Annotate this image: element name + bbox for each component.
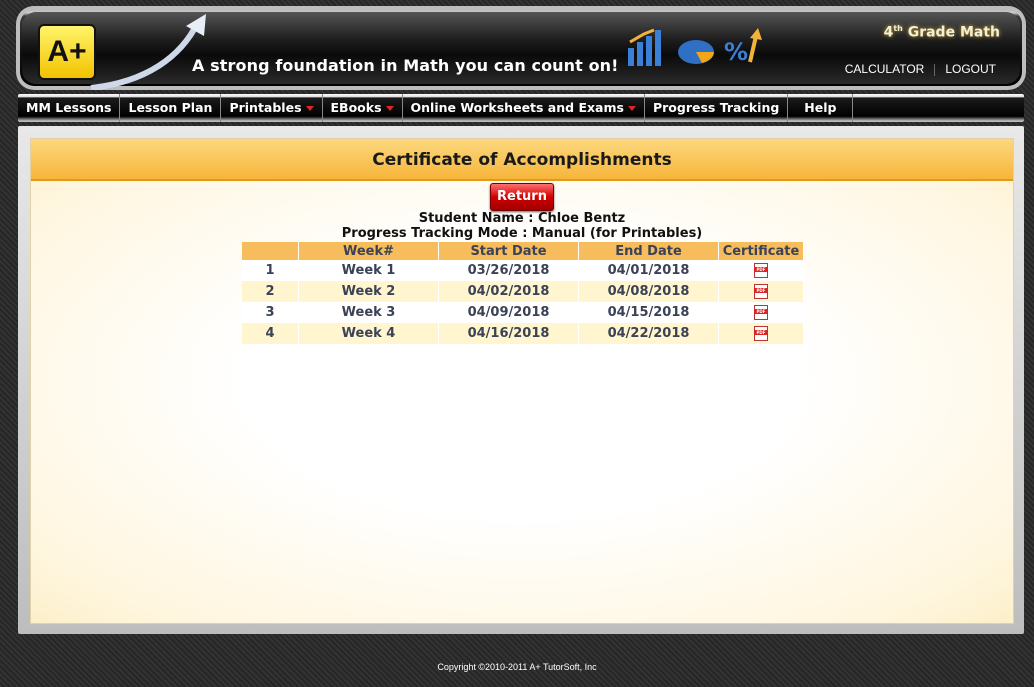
calculator-link[interactable]: CALCULATOR — [845, 62, 925, 76]
row-num: 3 — [242, 302, 299, 323]
row-week: Week 4 — [298, 323, 439, 344]
main-nav: MM Lessons Lesson Plan Printables EBooks… — [18, 94, 1024, 122]
row-week: Week 1 — [298, 260, 439, 281]
caret-down-icon — [385, 106, 394, 111]
svg-text:%: % — [724, 38, 748, 66]
student-name: Student Name : Chloe Bentz — [418, 211, 626, 226]
tracking-mode: Progress Tracking Mode : Manual (for Pri… — [341, 226, 703, 241]
col-header-certificate: Certificate — [718, 242, 804, 260]
row-end-date: 04/15/2018 — [578, 302, 719, 323]
pdf-icon[interactable] — [754, 326, 768, 341]
table-header-row: Week# Start Date End Date Certificate — [242, 242, 804, 260]
col-header-end: End Date — [578, 242, 719, 260]
pdf-icon[interactable] — [754, 263, 768, 278]
table-row: 1 Week 1 03/26/2018 04/01/2018 — [242, 260, 804, 281]
math-icons: % — [628, 28, 762, 66]
nav-online-worksheets[interactable]: Online Worksheets and Exams — [403, 94, 645, 122]
col-header-week: Week# — [298, 242, 439, 260]
app-header: A+ A strong foundation in Math you can c… — [16, 6, 1026, 90]
row-end-date: 04/08/2018 — [578, 281, 719, 302]
page-title: Certificate of Accomplishments — [31, 139, 1013, 181]
weeks-table: Week# Start Date End Date Certificate 1 … — [242, 242, 804, 344]
row-num: 4 — [242, 323, 299, 344]
row-start-date: 04/16/2018 — [438, 323, 579, 344]
nav-ebooks[interactable]: EBooks — [323, 94, 403, 122]
logout-link[interactable]: LOGOUT — [945, 62, 996, 76]
content-frame: Certificate of Accomplishments Return St… — [18, 126, 1024, 634]
nav-lesson-plan[interactable]: Lesson Plan — [120, 94, 222, 122]
row-week: Week 2 — [298, 281, 439, 302]
divider — [934, 63, 936, 76]
row-num: 1 — [242, 260, 299, 281]
caret-down-icon — [305, 106, 314, 111]
row-certificate — [718, 302, 804, 323]
row-week: Week 3 — [298, 302, 439, 323]
row-start-date: 04/02/2018 — [438, 281, 579, 302]
header-links: CALCULATOR LOGOUT — [845, 62, 996, 76]
row-certificate — [718, 260, 804, 281]
grade-label: 4th Grade Math — [883, 24, 1000, 41]
nav-help[interactable]: Help — [788, 94, 854, 122]
row-certificate — [718, 323, 804, 344]
row-certificate — [718, 281, 804, 302]
certificate-panel: Certificate of Accomplishments Return St… — [30, 138, 1014, 624]
footer-copyright: Copyright ©2010-2011 A+ TutorSoft, Inc — [437, 662, 597, 672]
col-header-num — [242, 242, 299, 260]
row-num: 2 — [242, 281, 299, 302]
swoosh-arrow-icon — [90, 14, 206, 90]
pie-chart-icon — [678, 40, 714, 64]
percent-arrow-icon: % — [724, 28, 762, 66]
table-row: 4 Week 4 04/16/2018 04/22/2018 — [242, 323, 804, 344]
table-row: 3 Week 3 04/09/2018 04/15/2018 — [242, 302, 804, 323]
table-row: 2 Week 2 04/02/2018 04/08/2018 — [242, 281, 804, 302]
return-button[interactable]: Return — [490, 183, 554, 211]
nav-progress-tracking[interactable]: Progress Tracking — [645, 94, 789, 122]
col-header-start: Start Date — [438, 242, 579, 260]
pdf-icon[interactable] — [754, 284, 768, 299]
nav-printables[interactable]: Printables — [221, 94, 323, 122]
row-start-date: 04/09/2018 — [438, 302, 579, 323]
row-end-date: 04/22/2018 — [578, 323, 719, 344]
nav-mm-lessons[interactable]: MM Lessons — [18, 94, 121, 122]
tagline: A strong foundation in Math you can coun… — [192, 56, 619, 75]
caret-down-icon — [627, 106, 636, 111]
row-start-date: 03/26/2018 — [438, 260, 579, 281]
bar-chart-icon — [628, 28, 661, 66]
row-end-date: 04/01/2018 — [578, 260, 719, 281]
pdf-icon[interactable] — [754, 305, 768, 320]
